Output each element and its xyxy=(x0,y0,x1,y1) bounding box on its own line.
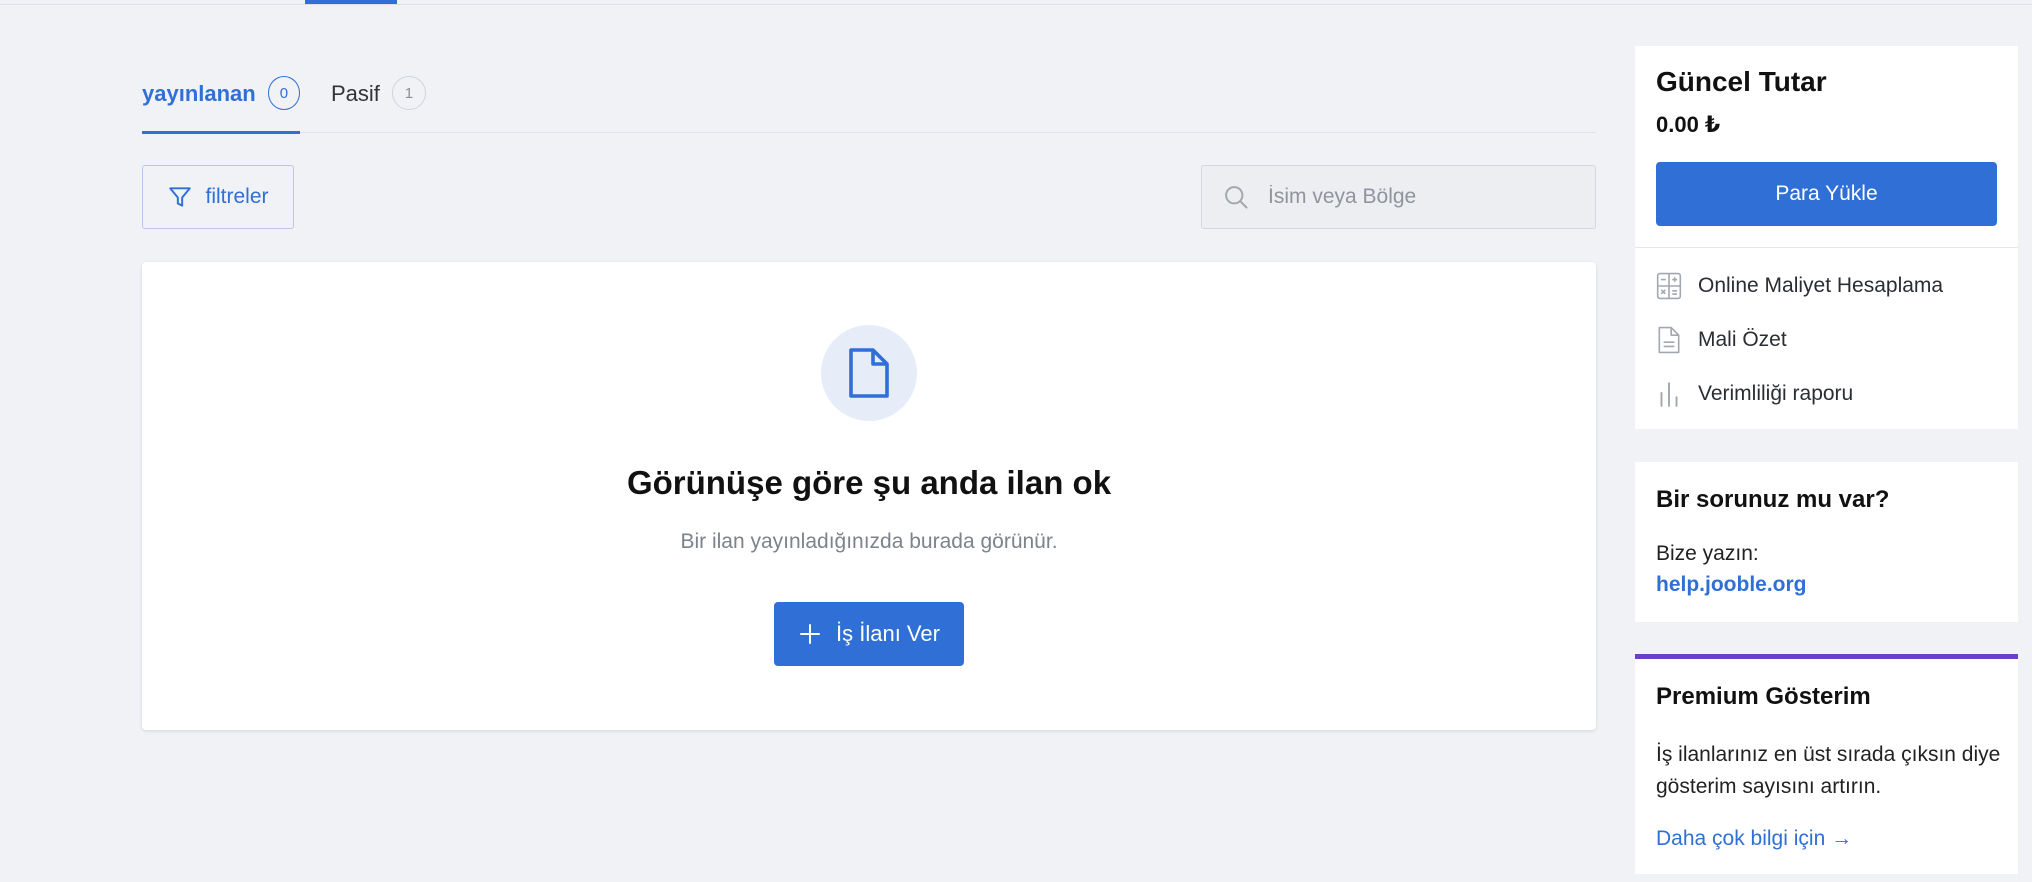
search-box xyxy=(1201,165,1596,229)
balance-card: Güncel Tutar 0.00 ₺ Para Yükle Online Ma… xyxy=(1635,46,2018,429)
document-icon xyxy=(849,348,889,398)
filters-label: filtreler xyxy=(205,185,269,208)
tab-published[interactable]: yayınlanan 0 xyxy=(142,76,300,134)
tab-passive-label: Pasif xyxy=(331,81,380,106)
tab-published-count: 0 xyxy=(267,76,300,110)
search-icon xyxy=(1225,186,1248,209)
filters-button[interactable]: filtreler xyxy=(142,165,294,229)
empty-state-subtitle: Bir ilan yayınladığınızda burada görünür… xyxy=(680,530,1058,553)
premium-title: Premium Gösterim xyxy=(1656,683,1871,710)
premium-more-info-link[interactable]: Daha çok bilgi için → xyxy=(1656,827,1852,851)
search-input[interactable] xyxy=(1268,185,1588,209)
post-job-button[interactable]: İş İlanı Ver xyxy=(774,602,964,666)
post-job-label: İş İlanı Ver xyxy=(836,621,940,646)
bar-chart-icon xyxy=(1660,382,1678,407)
top-up-button[interactable]: Para Yükle xyxy=(1656,162,1997,226)
performance-report-link[interactable]: Verimliliği raporu xyxy=(1656,377,1853,411)
tab-passive[interactable]: Pasif 1 xyxy=(331,76,431,133)
filter-icon xyxy=(169,187,192,207)
financial-summary-label: Mali Özet xyxy=(1698,328,1787,351)
divider xyxy=(1635,247,2018,248)
premium-card: Premium Gösterim İş ilanlarınız en üst s… xyxy=(1635,654,2018,874)
help-card: Bir sorunuz mu var? Bize yazın: help.joo… xyxy=(1635,462,2018,622)
empty-state-title: Görünüşe göre şu anda ilan ok xyxy=(626,464,1112,501)
help-title: Bir sorunuz mu var? xyxy=(1656,486,1890,513)
performance-report-label: Verimliliği raporu xyxy=(1698,382,1854,405)
calculator-icon xyxy=(1656,272,1682,300)
empty-state-icon-circle xyxy=(821,325,917,421)
tab-published-label: yayınlanan xyxy=(142,81,256,106)
balance-amount: 0.00 ₺ xyxy=(1656,112,1721,137)
premium-text: İş ilanlarınız en üst sırada çıksın diye… xyxy=(1656,743,2001,798)
balance-title: Güncel Tutar xyxy=(1656,66,1827,97)
document-icon xyxy=(1658,326,1680,354)
cost-calculator-label: Online Maliyet Hesaplama xyxy=(1698,274,1944,297)
help-link[interactable]: help.jooble.org xyxy=(1656,573,1807,597)
tab-passive-count: 1 xyxy=(391,76,426,110)
plus-icon xyxy=(800,624,821,644)
financial-summary-link[interactable]: Mali Özet xyxy=(1656,323,1787,357)
cost-calculator-link[interactable]: Online Maliyet Hesaplama xyxy=(1656,269,1943,303)
active-nav-indicator xyxy=(305,0,397,4)
empty-state-card: Görünüşe göre şu anda ilan ok Bir ilan y… xyxy=(142,262,1596,730)
status-tabs: yayınlanan 0 Pasif 1 xyxy=(142,76,1596,134)
help-write-label: Bize yazın: xyxy=(1656,542,1759,565)
top-nav-edge xyxy=(0,0,2032,5)
